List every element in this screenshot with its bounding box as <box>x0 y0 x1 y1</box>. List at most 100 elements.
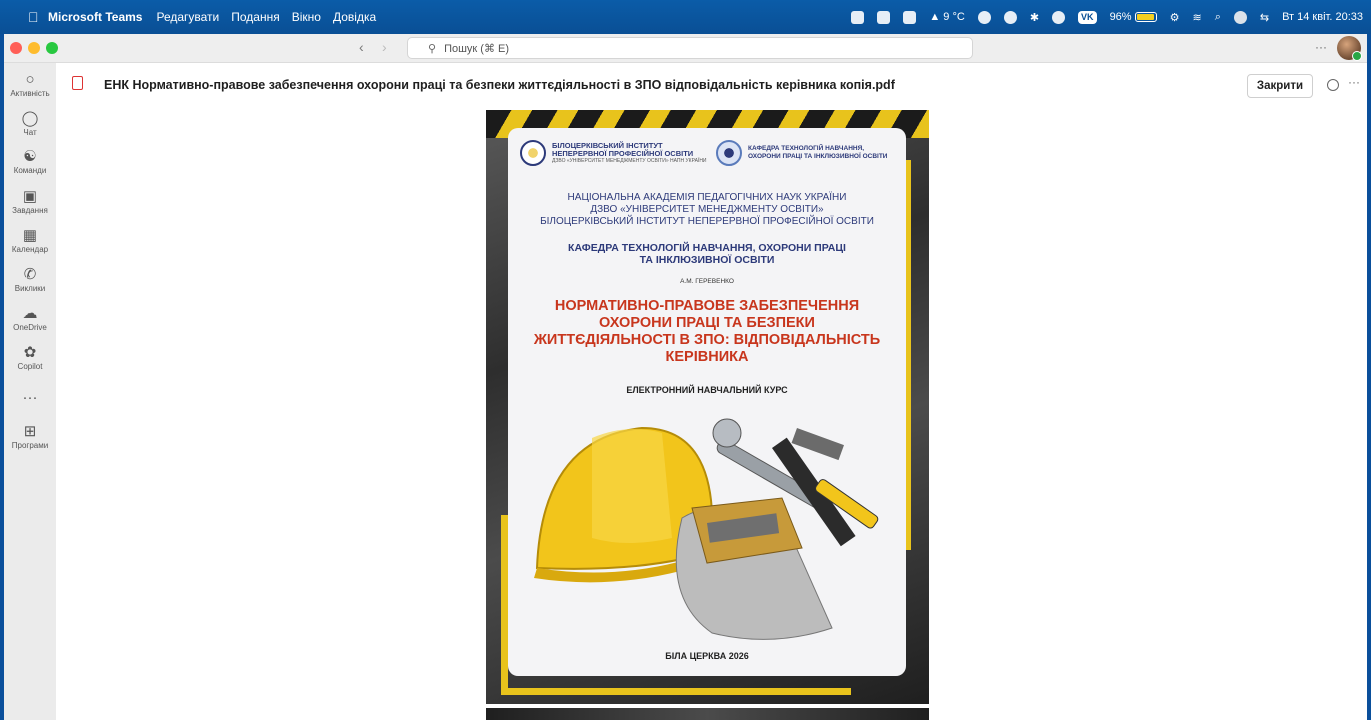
search-placeholder: Пошук (⌘ E) <box>444 42 509 55</box>
toggle-icon[interactable]: ⇆ <box>1260 11 1269 24</box>
more-options-icon[interactable]: ··· <box>1315 40 1327 54</box>
copilot-icon: ✿ <box>23 344 37 361</box>
more-icon: ··· <box>22 389 38 406</box>
bluetooth-icon[interactable]: ✱ <box>1030 11 1039 24</box>
rail-item-apps[interactable]: ⊞ Програми <box>4 423 56 451</box>
title-line: ЖИТТЄДІЯЛЬНОСТІ В ЗПО: ВІДПОВІДАЛЬНІСТЬ <box>533 332 881 348</box>
yellow-frame-line <box>501 515 508 695</box>
bell-icon: ○ <box>25 71 35 88</box>
course-type: ЕЛЕКТРОННИЙ НАВЧАЛЬНИЙ КУРС <box>626 385 788 395</box>
assignments-icon: ▣ <box>22 188 38 205</box>
teams-window: ‹ › ⚲ Пошук (⌘ E) ··· ○ Активність ◯ Чат… <box>4 34 1367 720</box>
tray-window-icon[interactable] <box>903 10 917 24</box>
rail-item-label: Активність <box>10 89 50 98</box>
file-title: ЕНК Нормативно-правове забезпечення охор… <box>104 78 895 92</box>
academy-line: ДЗВО «УНІВЕРСИТЕТ МЕНЕДЖМЕНТУ ОСВІТИ» <box>590 204 824 215</box>
battery-indicator[interactable]: 96% <box>1110 11 1157 23</box>
cover-card: БІЛОЦЕРКІВСЬКИЙ ІНСТИТУТ НЕПЕРЕРВНОЇ ПРО… <box>508 128 906 676</box>
institute-logo: БІЛОЦЕРКІВСЬКИЙ ІНСТИТУТ НЕПЕРЕРВНОЇ ПРО… <box>520 140 707 166</box>
rail-item-label: Програми <box>11 441 49 450</box>
title-line: ОХОРОНИ ПРАЦІ ТА БЕЗПЕКИ <box>599 315 815 331</box>
department-emblem-icon <box>716 140 742 166</box>
tray-box-icon[interactable] <box>877 10 891 24</box>
department-logo: КАФЕДРА ТЕХНОЛОГІЙ НАВЧАННЯ, ОХОРОНИ ПРА… <box>716 140 898 166</box>
maximize-window-button[interactable] <box>46 42 58 54</box>
menu-app-name[interactable]: Microsoft Teams <box>48 10 142 24</box>
tray-flag-icon[interactable] <box>1233 10 1247 24</box>
file-more-icon[interactable]: ··· <box>1348 75 1360 89</box>
rail-item-onedrive[interactable]: ☁ OneDrive <box>4 305 56 333</box>
control-center-icon[interactable]: ⚙ <box>1170 11 1180 24</box>
yellow-frame-line <box>501 688 851 695</box>
minimize-window-button[interactable] <box>28 42 40 54</box>
rail-item-label: Виклики <box>14 284 46 293</box>
status-tray: ▲ 9 °C ✱ VK 96% ⚙ ≋ ⌕ ⇆ Вт 14 квіт. 20:3… <box>851 0 1363 34</box>
close-file-button[interactable]: Закрити <box>1247 74 1313 98</box>
apple-icon[interactable]:  <box>28 9 44 25</box>
add-app-icon: ⊞ <box>23 423 37 440</box>
rail-item-chat[interactable]: ◯ Чат <box>4 111 56 138</box>
rail-item-label: Команди <box>13 166 47 175</box>
battery-percent: 96% <box>1109 11 1132 23</box>
rail-item-assignments[interactable]: ▣ Завдання <box>4 188 56 216</box>
rail-item-label: Copilot <box>17 362 43 371</box>
work-gloves-icon <box>675 497 833 640</box>
pdf-viewer[interactable]: БІЛОЦЕРКІВСЬКИЙ ІНСТИТУТ НЕПЕРЕРВНОЇ ПРО… <box>56 107 1367 720</box>
rail-item-label: Завдання <box>12 206 48 215</box>
title-bar: ‹ › ⚲ Пошук (⌘ E) ··· <box>4 34 1367 63</box>
search-icon: ⚲ <box>428 42 437 55</box>
rail-item-label: Чат <box>23 128 37 137</box>
close-window-button[interactable] <box>10 42 22 54</box>
rail-item-label: Календар <box>11 245 49 254</box>
institute-subtitle: ДЗВО «УНІВЕРСИТЕТ МЕНЕДЖМЕНТУ ОСВІТИ» НА… <box>552 158 707 164</box>
logos-row: БІЛОЦЕРКІВСЬКИЙ ІНСТИТУТ НЕПЕРЕРВНОЇ ПРО… <box>520 140 896 170</box>
spotlight-icon[interactable]: ⌕ <box>1215 11 1221 24</box>
academy-line: БІЛОЦЕРКІВСЬКИЙ ІНСТИТУТ НЕПЕРЕРВНОЇ ПРО… <box>540 216 874 227</box>
back-arrow-icon[interactable]: ‹ <box>359 39 364 55</box>
institute-emblem-icon <box>520 140 546 166</box>
menu-bar:  Microsoft Teams Редагувати Подання Вік… <box>0 0 1371 34</box>
tray-user-icon[interactable] <box>1052 10 1066 24</box>
author-name: А.М. ГЕРЕВЕНКО <box>680 278 734 285</box>
rail-item-copilot[interactable]: ✿ Copilot <box>4 344 56 372</box>
rail-item-label: OneDrive <box>13 323 47 332</box>
phone-icon: ✆ <box>23 266 37 283</box>
city-year: БІЛА ЦЕРКВА 2026 <box>665 651 749 661</box>
battery-fill <box>1136 14 1154 20</box>
rail-item-more[interactable]: ··· <box>4 390 56 407</box>
rail-item-teams[interactable]: ☯ Команди <box>4 149 56 176</box>
app-rail: ○ Активність ◯ Чат ☯ Команди ▣ Завдання … <box>4 63 57 720</box>
menu-window[interactable]: Вікно <box>292 10 321 24</box>
rail-item-calendar[interactable]: ▦ Календар <box>4 227 56 255</box>
menu-edit[interactable]: Редагувати <box>156 10 219 24</box>
file-header: ЕНК Нормативно-правове забезпечення охор… <box>56 63 1367 107</box>
department-line: ТА ІНКЛЮЗИВНОЇ ОСВІТИ <box>639 254 775 266</box>
conversation-icon[interactable] <box>1327 79 1339 91</box>
department-block: КАФЕДРА ТЕХНОЛОГІЙ НАВЧАННЯ, ОХОРОНИ ПРА… <box>508 242 906 266</box>
forward-arrow-icon[interactable]: › <box>382 39 387 55</box>
institute-name: БІЛОЦЕРКІВСЬКИЙ ІНСТИТУТ НЕПЕРЕРВНОЇ ПРО… <box>552 141 694 158</box>
app-tray-icon[interactable] <box>851 10 865 24</box>
vk-icon[interactable]: VK <box>1078 10 1097 24</box>
document-title: НОРМАТИВНО-ПРАВОВЕ ЗАБЕЗПЕЧЕННЯ ОХОРОНИ … <box>508 298 906 366</box>
menu-view[interactable]: Подання <box>231 10 279 24</box>
department-line: КАФЕДРА ТЕХНОЛОГІЙ НАВЧАННЯ, ОХОРОНИ ПРА… <box>568 242 846 254</box>
rail-item-calls[interactable]: ✆ Виклики <box>4 266 56 294</box>
search-input[interactable]: ⚲ Пошук (⌘ E) <box>407 37 973 59</box>
wifi-icon[interactable]: ≋ <box>1192 11 1201 24</box>
academy-block: НАЦІОНАЛЬНА АКАДЕМІЯ ПЕДАГОГІЧНИХ НАУК У… <box>508 192 906 228</box>
tray-shield-icon[interactable] <box>977 10 991 24</box>
weather-indicator[interactable]: ▲ 9 °C <box>929 11 964 23</box>
menu-help[interactable]: Довідка <box>333 10 376 24</box>
avatar[interactable] <box>1337 36 1362 61</box>
safety-equipment-illustration <box>534 418 879 640</box>
pdf-page: БІЛОЦЕРКІВСЬКИЙ ІНСТИТУТ НЕПЕРЕРВНОЇ ПРО… <box>486 110 929 704</box>
cloud-icon: ☁ <box>22 305 38 322</box>
tray-messenger-icon[interactable] <box>1003 10 1017 24</box>
calendar-icon: ▦ <box>22 227 38 244</box>
rail-item-activity[interactable]: ○ Активність <box>4 71 56 99</box>
battery-icon <box>1134 12 1157 22</box>
clock[interactable]: Вт 14 квіт. 20:33 <box>1282 11 1363 23</box>
weather-temp: 9 °C <box>943 11 965 23</box>
title-line: КЕРІВНИКА <box>665 349 749 365</box>
